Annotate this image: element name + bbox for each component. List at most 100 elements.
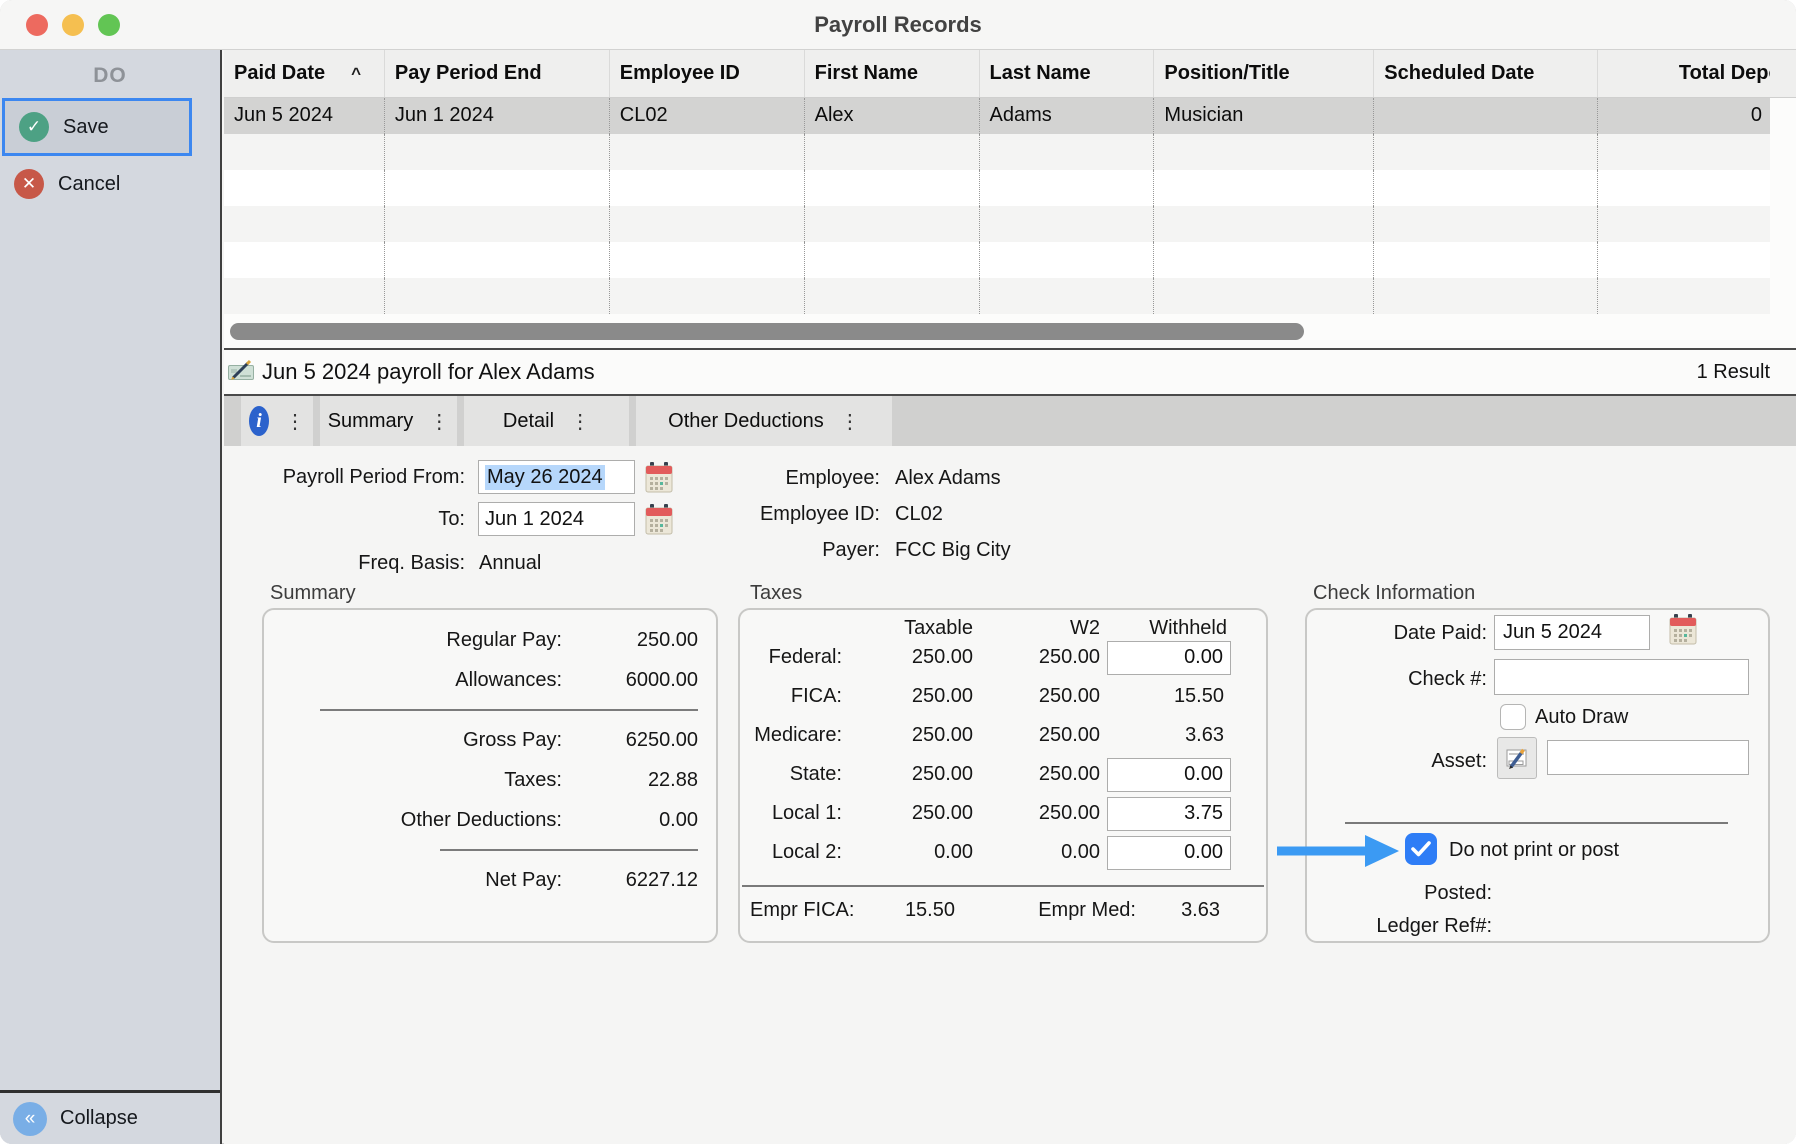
tab-handle-icon[interactable]: ⋮: [570, 409, 590, 434]
period-to-input[interactable]: [478, 502, 635, 536]
empty-row: [224, 278, 1796, 314]
empr-fica-label: Empr FICA:: [750, 899, 854, 922]
asset-label: Asset:: [1307, 750, 1487, 773]
cell-last-name: Adams: [980, 98, 1155, 134]
tab-handle-icon[interactable]: ⋮: [285, 409, 305, 434]
sidebar: DO ✓ Save ✕ Cancel « Collapse: [0, 50, 222, 1144]
title-bar: Payroll Records: [0, 0, 1796, 50]
collapse-button[interactable]: « Collapse: [0, 1090, 220, 1144]
asset-input[interactable]: [1547, 740, 1749, 775]
employee-id-label: Employee ID:: [624, 503, 880, 526]
local2-w2: 0.00: [973, 841, 1100, 864]
local1-withheld-input[interactable]: [1107, 797, 1231, 831]
tab-handle-icon[interactable]: ⋮: [429, 409, 449, 434]
column-header-last-name[interactable]: Last Name: [980, 50, 1155, 97]
local2-withheld-input[interactable]: [1107, 836, 1231, 870]
withheld-column-header: Withheld: [1100, 617, 1231, 640]
federal-withheld-input[interactable]: [1107, 641, 1231, 675]
do-not-print-checkbox[interactable]: [1405, 833, 1437, 865]
state-taxable: 250.00: [842, 763, 973, 786]
cell-scheduled-date: [1374, 98, 1598, 134]
employee-label: Employee:: [624, 467, 880, 490]
column-header-first-name[interactable]: First Name: [805, 50, 980, 97]
horizontal-scrollbar-track[interactable]: [224, 314, 1796, 348]
column-header-total-deposit[interactable]: Total Deposit: [1598, 50, 1770, 97]
medicare-taxable: 250.00: [842, 724, 973, 747]
empr-med-label: Empr Med:: [1038, 899, 1136, 922]
date-paid-input[interactable]: [1494, 615, 1650, 650]
annotation-arrow: [1275, 833, 1401, 874]
sidebar-header: DO: [0, 50, 220, 98]
column-header-pay-period-end[interactable]: Pay Period End: [385, 50, 610, 97]
payer-label: Payer:: [624, 539, 880, 562]
empr-fica-value: 15.50: [905, 899, 955, 922]
save-button[interactable]: ✓ Save: [2, 98, 192, 156]
check-icon: [1411, 841, 1431, 857]
tab-detail[interactable]: Detail ⋮: [464, 396, 629, 446]
net-pay-label: Net Pay:: [264, 869, 562, 892]
column-header-paid-date[interactable]: Paid Date^: [224, 50, 385, 97]
payer-value: FCC Big City: [895, 539, 1011, 562]
empty-row: [224, 170, 1796, 206]
date-paid-calendar-icon[interactable]: [1669, 614, 1697, 645]
record-title: Jun 5 2024 payroll for Alex Adams: [262, 359, 595, 385]
check-number-input[interactable]: [1494, 659, 1749, 695]
payroll-records-window: Payroll Records DO ✓ Save ✕ Cancel « Col…: [0, 0, 1796, 1144]
table-row[interactable]: Jun 5 2024 Jun 1 2024 CL02 Alex Adams Mu…: [224, 98, 1796, 134]
state-withheld-input[interactable]: [1107, 758, 1231, 792]
federal-taxable: 250.00: [842, 646, 973, 669]
date-paid-label: Date Paid:: [1307, 622, 1487, 645]
fica-taxable: 250.00: [842, 685, 973, 708]
auto-draw-checkbox[interactable]: [1500, 704, 1526, 730]
horizontal-scrollbar-thumb[interactable]: [230, 323, 1304, 340]
cell-total-deposit: 0: [1598, 98, 1770, 134]
gross-pay-label: Gross Pay:: [264, 729, 562, 752]
cell-employee-id: CL02: [610, 98, 805, 134]
period-to-label: To:: [224, 508, 465, 531]
tab-info[interactable]: i ⋮: [241, 396, 313, 446]
cell-pay-period-end: Jun 1 2024: [385, 98, 610, 134]
tab-other-deductions[interactable]: Other Deductions ⋮: [636, 396, 892, 446]
employee-id-value: CL02: [895, 503, 943, 526]
medicare-withheld: 3.63: [1100, 724, 1231, 747]
other-deductions-value: 0.00: [562, 809, 716, 832]
medicare-w2: 250.00: [973, 724, 1100, 747]
main-area: Paid Date^ Pay Period End Employee ID Fi…: [224, 50, 1796, 1144]
column-header-position-title[interactable]: Position/Title: [1154, 50, 1374, 97]
local1-taxable: 250.00: [842, 802, 973, 825]
window-title: Payroll Records: [0, 0, 1796, 50]
cancel-button[interactable]: ✕ Cancel: [0, 160, 220, 208]
employee-value: Alex Adams: [895, 467, 1001, 490]
w2-column-header: W2: [973, 617, 1100, 640]
federal-label: Federal:: [740, 646, 842, 669]
record-header: Jun 5 2024 payroll for Alex Adams 1 Resu…: [224, 350, 1796, 394]
period-from-input[interactable]: May 26 2024: [478, 460, 635, 494]
posted-label: Posted:: [1307, 882, 1492, 905]
grid-header-row: Paid Date^ Pay Period End Employee ID Fi…: [224, 50, 1796, 98]
asset-picker-icon[interactable]: [1497, 737, 1537, 779]
medicare-label: Medicare:: [740, 724, 842, 747]
tab-summary-label: Summary: [328, 410, 414, 433]
summary-box: Regular Pay:250.00 Allowances:6000.00 Gr…: [262, 608, 718, 943]
do-not-print-label: Do not print or post: [1449, 839, 1619, 862]
taxes-box: Taxable W2 Withheld Federal: 250.00 250.…: [738, 608, 1268, 943]
local2-label: Local 2:: [740, 841, 842, 864]
federal-w2: 250.00: [973, 646, 1100, 669]
freq-basis-label: Freq. Basis:: [224, 552, 465, 575]
auto-draw-label: Auto Draw: [1535, 706, 1628, 729]
taxable-column-header: Taxable: [842, 617, 973, 640]
column-header-employee-id[interactable]: Employee ID: [610, 50, 805, 97]
cell-paid-date: Jun 5 2024: [224, 98, 385, 134]
vertical-scrollbar-track[interactable]: [1770, 50, 1796, 97]
allowances-label: Allowances:: [264, 669, 562, 692]
column-header-scheduled-date[interactable]: Scheduled Date: [1374, 50, 1598, 97]
tab-summary[interactable]: Summary ⋮: [320, 396, 457, 446]
regular-pay-label: Regular Pay:: [264, 629, 562, 652]
net-pay-value: 6227.12: [562, 869, 716, 892]
cell-first-name: Alex: [805, 98, 980, 134]
allowances-value: 6000.00: [562, 669, 716, 692]
tab-handle-icon[interactable]: ⋮: [840, 409, 860, 434]
selected-text: May 26 2024: [485, 465, 605, 490]
taxes-box-label: Taxes: [750, 582, 802, 605]
empty-row: [224, 206, 1796, 242]
